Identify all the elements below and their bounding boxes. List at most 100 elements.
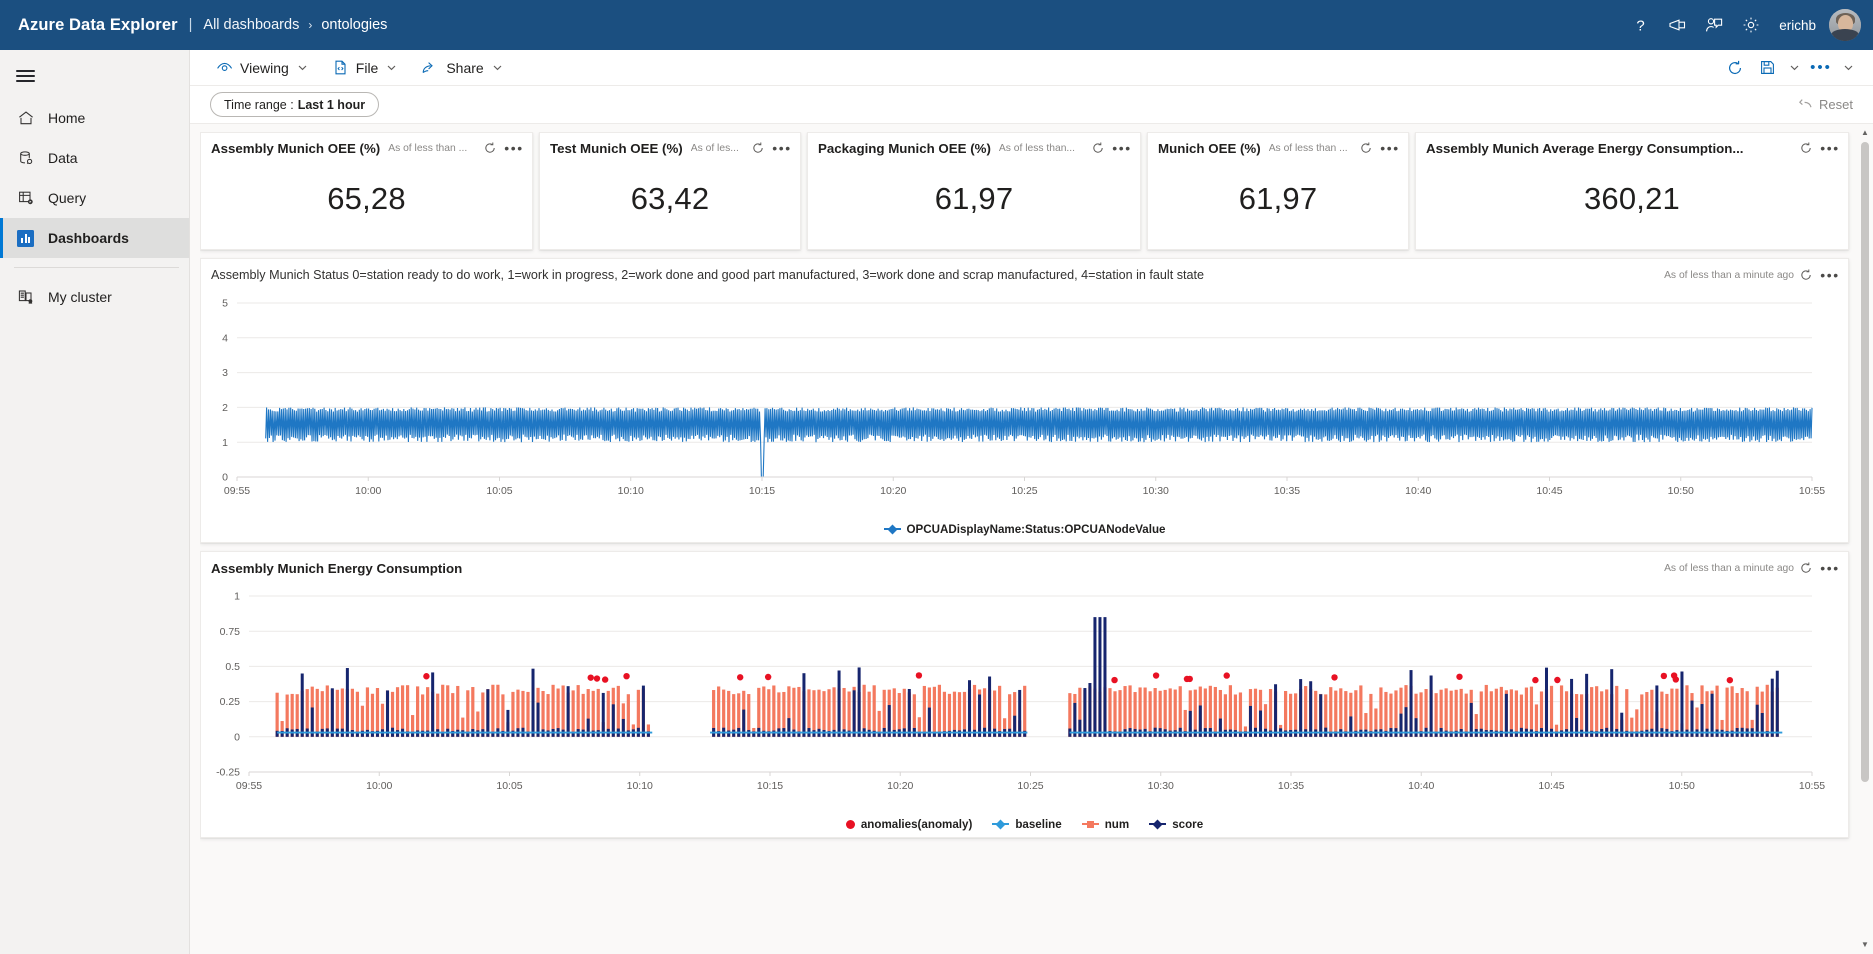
svg-text:10:35: 10:35 <box>1278 780 1304 792</box>
time-range-value: Last 1 hour <box>298 98 365 112</box>
svg-text:10:55: 10:55 <box>1799 485 1825 497</box>
refresh-icon[interactable] <box>1086 136 1110 160</box>
save-button-group[interactable] <box>1751 53 1805 83</box>
ellipsis-icon[interactable]: ••• <box>1818 556 1842 580</box>
tile-as-of: As of less than a minute ago <box>1664 563 1794 574</box>
status-line-chart[interactable]: 01234509:5510:0010:0510:1010:1510:2010:2… <box>201 291 1832 511</box>
svg-text:10:15: 10:15 <box>749 485 775 497</box>
chevron-down-icon[interactable] <box>1837 53 1859 83</box>
refresh-icon[interactable] <box>1354 136 1378 160</box>
more-commands-group[interactable]: ••• <box>1805 53 1859 83</box>
svg-text:09:55: 09:55 <box>236 780 262 792</box>
chevron-down-icon[interactable] <box>1783 53 1805 83</box>
svg-text:10:25: 10:25 <box>1011 485 1037 497</box>
status-chart-tile[interactable]: Assembly Munich Status 0=station ready t… <box>200 258 1849 543</box>
ellipsis-icon[interactable]: ••• <box>1805 53 1837 83</box>
legend-item-anomalies[interactable]: anomalies(anomaly) <box>846 818 972 831</box>
avatar[interactable] <box>1829 9 1861 41</box>
reset-filters-button[interactable]: Reset <box>1798 96 1859 113</box>
app-header: Azure Data Explorer | All dashboards › o… <box>0 0 1873 50</box>
help-icon[interactable]: ? <box>1624 9 1656 41</box>
query-grid-icon <box>16 189 35 208</box>
tile-title: Test Munich OEE (%) <box>550 141 683 156</box>
energy-plot-area[interactable]: -0.2500.250.50.75109:5510:0010:0510:1010… <box>201 584 1848 811</box>
file-menu-button[interactable]: File <box>324 53 406 83</box>
refresh-icon[interactable] <box>1794 556 1818 580</box>
legend-item-status[interactable]: OPCUADisplayName:Status:OPCUANodeValue <box>884 523 1166 536</box>
refresh-icon[interactable] <box>1794 136 1818 160</box>
tile-header: Assembly Munich Average Energy Consumpti… <box>1416 133 1848 163</box>
scrollbar-track[interactable] <box>1859 140 1871 940</box>
caret-down-icon[interactable]: ▼ <box>1861 940 1869 952</box>
ellipsis-icon[interactable]: ••• <box>1818 136 1842 160</box>
tile-header: Munich OEE (%) As of less than ... ••• <box>1148 133 1408 163</box>
svg-text:10:50: 10:50 <box>1668 485 1694 497</box>
legend-item-num[interactable]: num <box>1082 818 1129 831</box>
legend-item-score[interactable]: score <box>1149 818 1203 831</box>
svg-text:1: 1 <box>222 437 228 449</box>
energy-chart-tile[interactable]: Assembly Munich Energy Consumption As of… <box>200 551 1849 838</box>
sidebar-item-my-cluster[interactable]: My cluster <box>0 277 189 317</box>
chevron-down-icon <box>492 62 503 73</box>
file-code-icon <box>332 59 349 76</box>
legend-item-baseline[interactable]: baseline <box>992 818 1061 831</box>
energy-bar-chart[interactable]: -0.2500.250.50.75109:5510:0010:0510:1010… <box>201 584 1832 806</box>
tile-as-of: As of less than a minute ago <box>1664 270 1794 281</box>
sidebar-item-dashboards[interactable]: Dashboards <box>0 218 189 258</box>
tile-title: Packaging Munich OEE (%) <box>818 141 991 156</box>
kpi-value: 61,97 <box>808 163 1140 249</box>
dashboard-chart-icon <box>16 229 35 248</box>
tile-title: Assembly Munich OEE (%) <box>211 141 380 156</box>
command-bar-right: ••• <box>1719 53 1859 83</box>
hamburger-menu-icon[interactable] <box>0 54 189 98</box>
legend-line-square-icon <box>1082 819 1099 829</box>
megaphone-icon[interactable] <box>1661 9 1693 41</box>
svg-text:10:35: 10:35 <box>1274 485 1300 497</box>
kpi-tile[interactable]: Packaging Munich OEE (%) As of less than… <box>807 132 1141 250</box>
canvas-scrollbar[interactable]: ▲ ▼ <box>1859 128 1871 952</box>
kpi-value: 61,97 <box>1148 163 1408 249</box>
share-menu-button[interactable]: Share <box>413 53 510 83</box>
kpi-tile[interactable]: Test Munich OEE (%) As of les... ••• 63,… <box>539 132 801 250</box>
time-range-label: Time range : <box>224 98 294 112</box>
gear-icon[interactable] <box>1735 9 1767 41</box>
sidebar-item-query[interactable]: Query <box>0 178 189 218</box>
username-label[interactable]: erichb <box>1779 18 1816 33</box>
breadcrumb-all-dashboards[interactable]: All dashboards <box>203 17 299 33</box>
sidebar-item-label: Query <box>48 190 86 206</box>
svg-text:10:10: 10:10 <box>618 485 644 497</box>
ellipsis-icon[interactable]: ••• <box>770 136 794 160</box>
viewing-mode-button[interactable]: Viewing <box>208 53 316 83</box>
tile-as-of: As of less than ... <box>388 143 467 154</box>
svg-text:10:10: 10:10 <box>627 780 653 792</box>
tile-title: Assembly Munich Average Energy Consumpti… <box>1426 141 1743 156</box>
ellipsis-icon[interactable]: ••• <box>1818 263 1842 287</box>
database-icon <box>16 149 35 168</box>
scrollbar-thumb[interactable] <box>1861 142 1869 782</box>
svg-text:09:55: 09:55 <box>224 485 250 497</box>
sidebar-item-home[interactable]: Home <box>0 98 189 138</box>
refresh-icon[interactable] <box>478 136 502 160</box>
breadcrumb-current-dashboard[interactable]: ontologies <box>321 17 387 33</box>
save-floppy-icon[interactable] <box>1751 53 1783 83</box>
tile-actions: ••• <box>1348 136 1402 160</box>
kpi-tile[interactable]: Assembly Munich Average Energy Consumpti… <box>1415 132 1849 250</box>
kpi-tile[interactable]: Munich OEE (%) As of less than ... ••• 6… <box>1147 132 1409 250</box>
file-menu-label: File <box>356 60 379 76</box>
time-range-filter[interactable]: Time range : Last 1 hour <box>210 92 379 117</box>
kpi-tile[interactable]: Assembly Munich OEE (%) As of less than … <box>200 132 533 250</box>
refresh-icon[interactable] <box>1794 263 1818 287</box>
refresh-icon[interactable] <box>746 136 770 160</box>
status-plot-area[interactable]: 01234509:5510:0010:0510:1010:1510:2010:2… <box>201 291 1848 516</box>
refresh-icon[interactable] <box>1719 53 1751 83</box>
svg-text:0.75: 0.75 <box>220 626 241 638</box>
dashboard-canvas: Assembly Munich OEE (%) As of less than … <box>190 124 1873 954</box>
tile-as-of: As of les... <box>691 143 739 154</box>
person-feedback-icon[interactable] <box>1698 9 1730 41</box>
caret-up-icon[interactable]: ▲ <box>1861 128 1869 140</box>
ellipsis-icon[interactable]: ••• <box>1378 136 1402 160</box>
ellipsis-icon[interactable]: ••• <box>1110 136 1134 160</box>
sidebar-item-data[interactable]: Data <box>0 138 189 178</box>
sidebar: Home Data Query <box>0 50 190 954</box>
ellipsis-icon[interactable]: ••• <box>502 136 526 160</box>
